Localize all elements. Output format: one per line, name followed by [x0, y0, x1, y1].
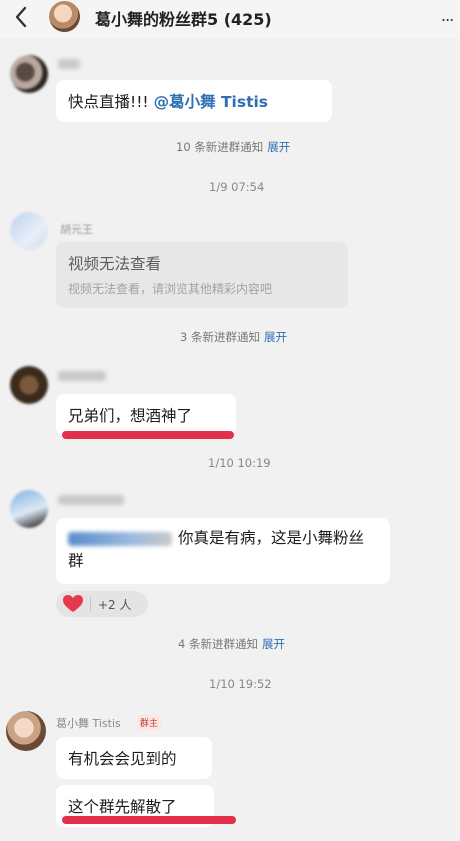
mention-blurred	[68, 531, 172, 546]
red-underline	[62, 431, 234, 439]
sender-name-blurred	[58, 495, 124, 505]
avatar[interactable]	[10, 212, 48, 250]
group-avatar[interactable]	[49, 1, 80, 32]
sender-name-blurred	[58, 59, 80, 69]
unavailable-video-card[interactable]: 视频无法查看 视频无法查看，请浏览其他精彩内容吧	[56, 242, 348, 308]
message-text: 兄弟们，想酒神了	[68, 407, 193, 425]
sender-name: 胡元王	[60, 223, 93, 236]
heart-icon	[63, 595, 83, 613]
avatar[interactable]	[10, 490, 48, 528]
more-dots-icon[interactable]: ...	[441, 6, 454, 25]
owner-tag: 群主	[137, 715, 162, 730]
message-bubble[interactable]: 你真是有病，这是小舞粉丝群	[56, 518, 390, 584]
timestamp: 1/10 19:52	[209, 677, 272, 691]
divider	[90, 597, 91, 611]
video-card-subtitle: 视频无法查看，请浏览其他精彩内容吧	[68, 282, 273, 296]
message-bubble[interactable]: 有机会会见到的	[56, 737, 212, 779]
join-notice-text: 4 条新进群通知	[178, 637, 258, 651]
join-notice: 10 条新进群通知 展开	[176, 139, 290, 155]
expand-link[interactable]: 展开	[267, 140, 290, 154]
timestamp: 1/10 10:19	[208, 456, 271, 470]
sender-name-blurred	[58, 371, 106, 381]
sender-name: 葛小舞 Tistis	[56, 717, 121, 730]
timestamp: 1/9 07:54	[209, 180, 265, 194]
message-bubble[interactable]: 快点直播!!! @葛小舞 Tistis	[56, 80, 332, 122]
message-text: 快点直播!!!	[68, 93, 154, 111]
red-underline	[62, 816, 236, 824]
message-text: 这个群先解散了	[68, 798, 177, 816]
join-notice-text: 10 条新进群通知	[176, 140, 264, 154]
chevron-left-icon[interactable]	[8, 4, 34, 30]
video-card-title: 视频无法查看	[68, 255, 162, 273]
join-notice: 3 条新进群通知 展开	[180, 329, 287, 345]
avatar[interactable]	[10, 55, 48, 93]
join-notice-text: 3 条新进群通知	[180, 330, 260, 344]
reaction-count: +2 人	[98, 597, 132, 612]
avatar[interactable]	[10, 366, 48, 404]
mention-link[interactable]: @葛小舞 Tistis	[154, 93, 268, 111]
expand-link[interactable]: 展开	[262, 637, 285, 651]
expand-link[interactable]: 展开	[264, 330, 287, 344]
message-bubble[interactable]: 兄弟们，想酒神了	[56, 394, 236, 436]
avatar[interactable]	[6, 711, 46, 751]
group-title[interactable]: 葛小舞的粉丝群5 (425)	[95, 6, 272, 30]
reaction-pill[interactable]: +2 人	[56, 591, 148, 617]
message-text: 有机会会见到的	[68, 750, 177, 768]
join-notice: 4 条新进群通知 展开	[178, 636, 285, 652]
